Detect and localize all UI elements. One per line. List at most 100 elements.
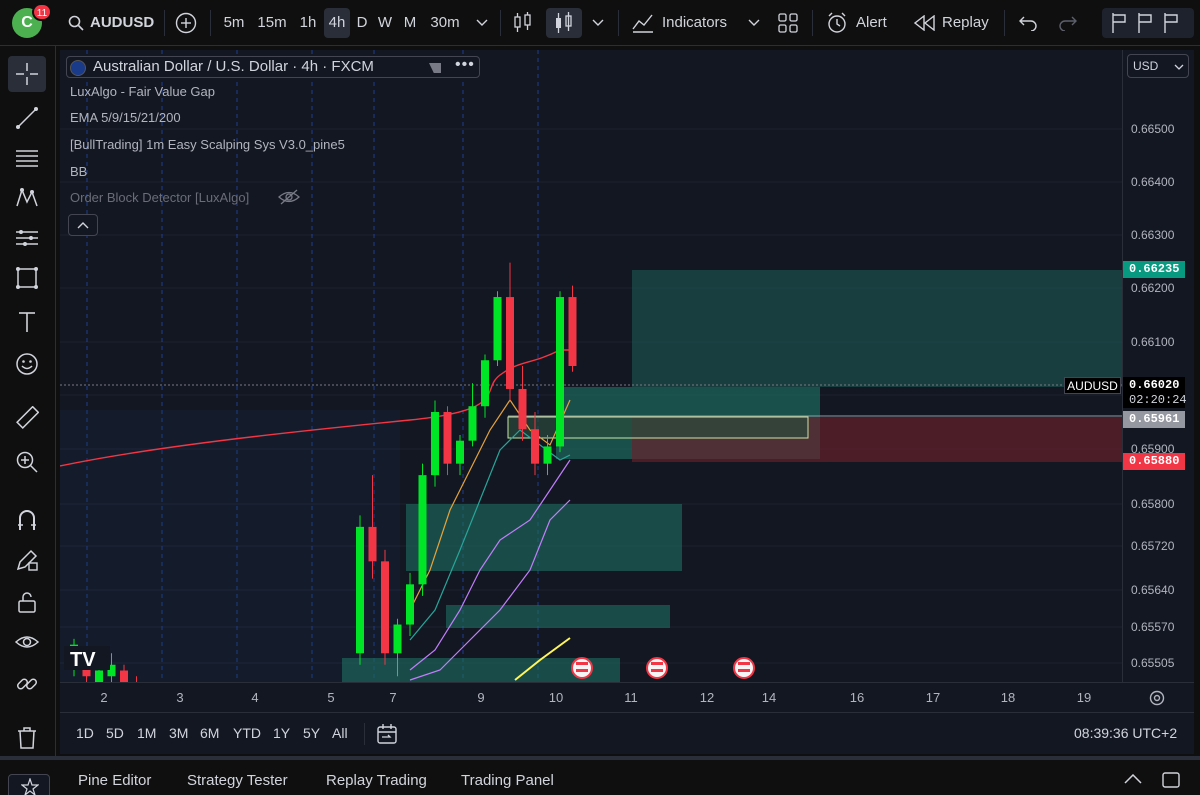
candle-body — [120, 670, 128, 682]
timeframe-M[interactable]: M — [398, 8, 422, 38]
maximize-icon[interactable] — [1162, 772, 1180, 788]
pattern-tool[interactable] — [8, 180, 46, 216]
price-label: 0.66200 — [1131, 281, 1175, 295]
clock-timezone[interactable]: 08:39:36 UTC+2 — [1074, 725, 1177, 741]
candle-body — [568, 297, 577, 366]
more-options-icon[interactable]: ••• — [455, 56, 475, 74]
link-icon — [16, 678, 38, 690]
text-tool[interactable] — [8, 304, 46, 340]
tab-strategy-tester[interactable]: Strategy Tester — [187, 772, 288, 789]
us-flag-event-icon — [646, 657, 668, 679]
collapse-legend-button[interactable] — [68, 214, 98, 236]
layouts-button[interactable] — [772, 8, 804, 38]
measure-tool[interactable] — [8, 400, 46, 436]
timeframe-dropdown[interactable] — [470, 8, 494, 38]
tab-trading-panel[interactable]: Trading Panel — [461, 772, 554, 789]
symbol-search-button[interactable]: AUDUSD — [62, 8, 162, 38]
fib-tool[interactable] — [8, 140, 46, 176]
magnet-tool[interactable] — [8, 502, 46, 538]
timeframe-D[interactable]: D — [352, 8, 372, 38]
lower-zone-price-tag: 0.65880 — [1123, 453, 1185, 470]
pencil-lock-icon — [16, 549, 38, 571]
timeframe-15m[interactable]: 15m — [252, 8, 292, 38]
alert-button[interactable]: Alert — [820, 8, 900, 38]
range-6M[interactable]: 6M — [200, 725, 219, 741]
horizontal-lines-icon — [16, 150, 38, 167]
range-1D[interactable]: 1D — [76, 725, 94, 741]
remove-drawings[interactable] — [8, 720, 46, 756]
symbol-title-box[interactable]: Australian Dollar / U.S. Dollar · 4h · F… — [66, 56, 480, 78]
time-scale[interactable]: 2 3 4 5 7 9 10 11 12 14 16 17 18 19 — [60, 682, 1194, 712]
range-1M[interactable]: 1M — [137, 725, 156, 741]
symbol-name: AUDUSD — [90, 14, 155, 31]
chevron-up-icon[interactable] — [1124, 774, 1142, 784]
indicator-legend-ema[interactable]: EMA 5/9/15/21/200 — [70, 110, 181, 125]
range-All[interactable]: All — [332, 725, 348, 741]
flag-icon[interactable] — [1136, 12, 1154, 34]
go-to-date-icon[interactable] — [376, 723, 398, 745]
price-label: 0.65640 — [1131, 583, 1175, 597]
zoom-in-tool[interactable] — [8, 444, 46, 480]
tab-replay-trading[interactable]: Replay Trading — [326, 772, 427, 789]
timeframe-1h[interactable]: 1h — [294, 8, 322, 38]
geometric-shapes-tool[interactable] — [8, 260, 46, 296]
redo-button[interactable] — [1052, 8, 1084, 38]
time-label: 11 — [624, 690, 638, 705]
indicator-legend-fvg[interactable]: LuxAlgo - Fair Value Gap — [70, 84, 215, 99]
forecast-tool[interactable] — [8, 220, 46, 256]
timeframe-5m[interactable]: 5m — [218, 8, 250, 38]
indicators-dropdown[interactable] — [742, 8, 766, 38]
smiley-icon — [16, 353, 38, 375]
fvg-box — [507, 416, 809, 439]
right-edge-markers — [1194, 50, 1200, 710]
stay-in-drawing-mode[interactable] — [8, 542, 46, 578]
sync-drawings[interactable] — [8, 666, 46, 702]
timeframe-30m[interactable]: 30m — [424, 8, 466, 38]
bottom-left-star[interactable] — [8, 774, 50, 795]
currency-selector[interactable]: USD — [1127, 54, 1189, 78]
range-5D[interactable]: 5D — [106, 725, 124, 741]
us-flag-stripe — [576, 662, 588, 665]
tab-pine-editor[interactable]: Pine Editor — [78, 772, 151, 789]
price-label: 0.65505 — [1131, 656, 1175, 670]
range-1Y[interactable]: 1Y — [273, 725, 290, 741]
indicator-legend-bb[interactable]: BB — [70, 164, 87, 179]
candle-body — [531, 429, 539, 464]
currency-label: USD — [1133, 59, 1159, 73]
price-label: 0.66100 — [1131, 335, 1175, 349]
price-scale[interactable]: USD 0.66500 0.66400 0.66300 0.66200 0.66… — [1122, 50, 1194, 682]
chart-type-dropdown[interactable] — [586, 8, 610, 38]
undo-button[interactable] — [1012, 8, 1044, 38]
indicator-legend-scalping[interactable]: [BullTrading] 1m Easy Scalping Sys V3.0_… — [70, 137, 345, 152]
timeframe-4h[interactable]: 4h — [324, 8, 350, 38]
range-5Y[interactable]: 5Y — [303, 725, 320, 741]
indicator-legend-order-block[interactable]: Order Block Detector [LuxAlgo] — [70, 190, 249, 205]
hide-drawings[interactable] — [8, 624, 46, 660]
range-YTD[interactable]: YTD — [233, 725, 261, 741]
candle-body — [456, 440, 464, 464]
bar-style-button[interactable] — [506, 8, 540, 38]
flag-icon[interactable] — [1110, 12, 1128, 34]
replay-button[interactable]: Replay — [908, 8, 996, 38]
market-closed-icon — [429, 63, 441, 73]
candle-body — [443, 411, 452, 464]
candles-style-button[interactable] — [546, 8, 582, 38]
range-3M[interactable]: 3M — [169, 725, 188, 741]
eye-hidden-icon[interactable] — [278, 189, 300, 205]
icons-tool[interactable] — [8, 346, 46, 382]
indicators-button[interactable]: Indicators — [626, 8, 738, 38]
lock-drawings[interactable] — [8, 584, 46, 620]
trend-line-tool[interactable] — [8, 100, 46, 136]
candle-body — [368, 526, 377, 562]
crosshair-tool[interactable] — [8, 56, 46, 92]
zoom-in-icon — [16, 451, 38, 473]
chart-settings-icon[interactable] — [1148, 689, 1166, 707]
flag-icon[interactable] — [1162, 12, 1180, 34]
timeframe-W[interactable]: W — [374, 8, 396, 38]
indicators-label: Indicators — [662, 14, 728, 31]
time-label: 7 — [389, 690, 397, 705]
divider — [210, 10, 211, 36]
us-flag-stripe — [651, 669, 663, 672]
compare-symbol-button[interactable] — [170, 8, 202, 38]
candle-body — [493, 297, 502, 361]
